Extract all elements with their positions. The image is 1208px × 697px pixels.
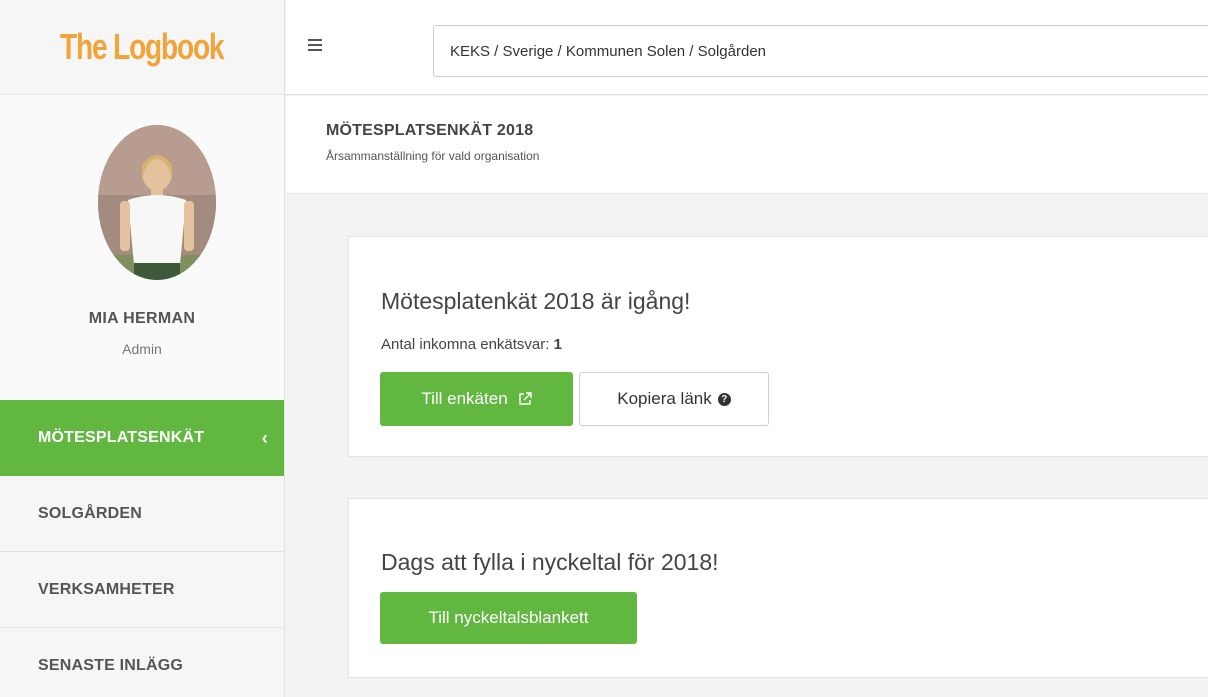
sidebar-item-senaste-inlagg[interactable]: SENASTE INLÄGG (0, 628, 284, 697)
breadcrumb: KEKS / Sverige / Kommunen Solen / Solgår… (450, 42, 767, 60)
app-logo[interactable]: The Logbook (60, 26, 225, 68)
sidebar-item-motesplatsenkat[interactable]: MÖTESPLATSENKÄT ‹ (0, 400, 284, 476)
external-link-icon (518, 392, 532, 405)
copy-link-label: Kopiera länk (617, 389, 712, 408)
avatar[interactable] (98, 125, 216, 280)
page-header: MÖTESPLATSENKÄT 2018 Årsammanställning f… (286, 96, 1208, 194)
survey-heading: Mötesplatenkät 2018 är igång! (381, 288, 691, 314)
user-role: Admin (122, 341, 162, 357)
hamburger-icon[interactable] (308, 39, 322, 53)
open-survey-button[interactable]: Till enkäten (380, 372, 573, 426)
kpi-form-button[interactable]: Till nyckeltalsblankett (380, 592, 637, 644)
sidebar-item-label: SENASTE INLÄGG (38, 656, 184, 674)
sidebar-item-solgarden[interactable]: SOLGÅRDEN (0, 476, 284, 552)
avatar-photo (98, 125, 216, 280)
chevron-left-icon[interactable]: ‹ (262, 428, 268, 449)
sidebar-item-label: SOLGÅRDEN (38, 504, 143, 522)
user-name: MIA HERMAN (88, 310, 196, 327)
open-survey-label: Till enkäten (421, 389, 508, 408)
response-count-value: 1 (553, 336, 562, 353)
sidebar-item-label: VERKSAMHETER (38, 580, 175, 598)
kpi-form-label: Till nyckeltalsblankett (428, 608, 589, 627)
copy-link-button[interactable]: Kopiera länk ? (579, 372, 769, 426)
sidebar-nav: MÖTESPLATSENKÄT ‹ SOLGÅRDEN VERKSAMHETER… (0, 400, 284, 697)
response-count: Antal inkomna enkätsvar: 1 (381, 336, 562, 353)
user-profile: MIA HERMAN Admin (0, 95, 284, 400)
survey-status-card: Mötesplatenkät 2018 är igång! Antal inko… (348, 236, 1208, 457)
page-subtitle: Årsammanställning för vald organisation (326, 149, 540, 163)
kpi-card: Dags att fylla i nyckeltal för 2018! Til… (348, 498, 1208, 678)
kpi-heading: Dags att fylla i nyckeltal för 2018! (381, 549, 719, 575)
question-circle-icon: ? (717, 392, 731, 406)
breadcrumb-selector[interactable]: KEKS / Sverige / Kommunen Solen / Solgår… (433, 25, 1208, 77)
response-count-label: Antal inkomna enkätsvar: (381, 336, 554, 353)
sidebar-item-label: MÖTESPLATSENKÄT (38, 429, 205, 446)
page-title: MÖTESPLATSENKÄT 2018 (326, 122, 534, 139)
top-bar: KEKS / Sverige / Kommunen Solen / Solgår… (286, 0, 1208, 95)
logo-container[interactable]: The Logbook (0, 0, 284, 95)
sidebar: The Logbook MIA HERMAN Admin MÖTESPLATSE… (0, 0, 285, 697)
sidebar-item-verksamheter[interactable]: VERKSAMHETER (0, 552, 284, 628)
